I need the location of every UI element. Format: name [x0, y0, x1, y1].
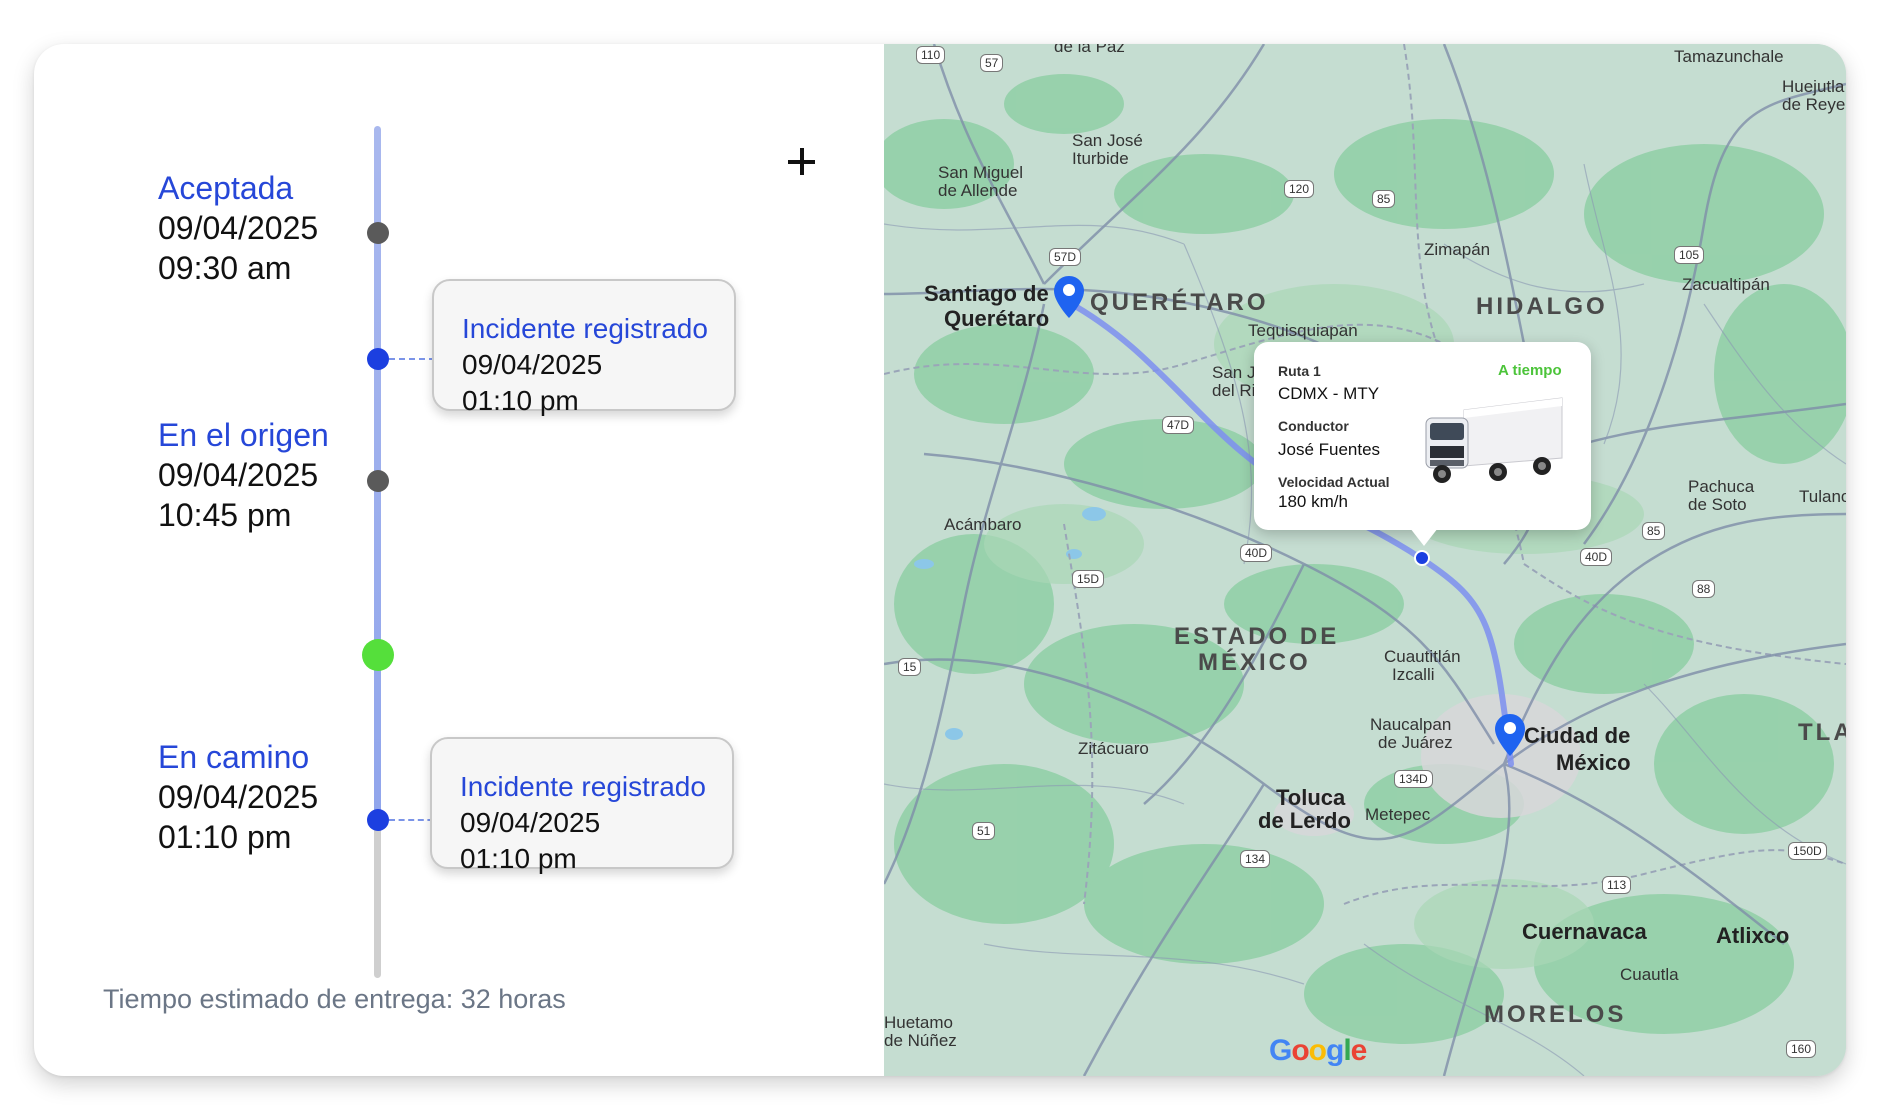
highway-shield: 57	[980, 54, 1004, 72]
map-state-label: HIDALGO	[1476, 293, 1608, 320]
highway-shield: 85	[1642, 522, 1666, 540]
map-place-label: del Ri	[1212, 381, 1256, 400]
map-place-label: Naucalpan	[1370, 715, 1452, 734]
incident-time: 01:10 pm	[460, 843, 577, 874]
incident-date: 09/04/2025	[460, 807, 601, 838]
highway-shield: 40D	[1240, 544, 1273, 562]
map-place-label: Acámbaro	[944, 515, 1022, 534]
incident-card[interactable]: Incidente registrado 09/04/2025 01:10 pm	[432, 279, 736, 416]
highway-shield: 110	[916, 46, 946, 64]
stage-date: 09/04/2025	[158, 457, 319, 493]
map-place-label: Pachuca	[1688, 477, 1755, 496]
stage-time: 09:30 am	[158, 250, 292, 286]
highway-shield: 40D	[1580, 548, 1613, 566]
map-state-label: MÉXICO	[1198, 649, 1311, 676]
highway-shield: 150D	[1788, 842, 1827, 860]
route-map[interactable]: de la Paz Tamazunchale Huejutla de Reye s…	[884, 44, 1846, 1076]
map-city-label: Cuernavaca	[1522, 919, 1647, 944]
highway-shield: 105	[1674, 246, 1705, 264]
map-canvas[interactable]	[884, 44, 1846, 1076]
map-place-label: de Juárez	[1378, 733, 1453, 752]
map-place-label: Zitácuaro	[1078, 739, 1149, 758]
map-place-label: de la Paz	[1054, 44, 1125, 56]
map-state-label: QUERÉTARO	[1090, 289, 1269, 316]
map-place-label: Metepec	[1365, 805, 1431, 824]
stage-date: 09/04/2025	[158, 779, 319, 815]
map-state-label: MORELOS	[1484, 1001, 1627, 1028]
current-position-marker	[362, 639, 394, 671]
incident-marker[interactable]	[367, 348, 389, 370]
map-city-label: Querétaro	[944, 306, 1050, 331]
estimated-delivery-time: Tiempo estimado de entrega: 32 horas	[103, 984, 566, 1014]
incident-card[interactable]: Incidente registrado 09/04/2025 01:10 pm	[430, 737, 734, 874]
highway-shield: 160	[1786, 1040, 1817, 1058]
map-place-label: Huejutla	[1782, 77, 1845, 96]
driver-value: José Fuentes	[1278, 440, 1381, 459]
map-place-label: de Núñez	[884, 1031, 957, 1050]
add-button[interactable]	[780, 140, 824, 184]
map-place-label: de Soto	[1688, 495, 1747, 514]
map-place-label: Tulanci	[1799, 487, 1846, 506]
map-city-label: Toluca	[1276, 785, 1346, 810]
map-place-label: de Allende	[938, 181, 1018, 200]
map-city-label: Santiago de	[924, 281, 1049, 306]
highway-shield: 47D	[1162, 416, 1195, 434]
highway-shield: 51	[972, 822, 996, 840]
map-city-label: Ciudad de	[1524, 723, 1631, 748]
map-city-label: de Lerdo	[1258, 808, 1351, 833]
incident-title: Incidente registrado	[462, 313, 708, 344]
stage-aceptada: Aceptada 09/04/2025 09:30 am	[158, 168, 398, 288]
map-city-label: México	[1556, 750, 1631, 775]
highway-shield: 85	[1372, 190, 1396, 208]
highway-shield: 120	[1284, 180, 1315, 198]
destination-map-pin-icon[interactable]	[1495, 714, 1525, 756]
map-city-label: Atlixco	[1716, 923, 1790, 948]
map-place-label: San Miguel	[938, 163, 1024, 182]
map-place-label: Huetamo	[884, 1013, 953, 1032]
truck-icon	[1425, 397, 1563, 483]
incident-date: 09/04/2025	[462, 349, 603, 380]
google-logo: Google	[1269, 1034, 1367, 1067]
map-place-label: San J	[1212, 363, 1256, 382]
map-place-label: Tequisquiapan	[1248, 321, 1358, 340]
stage-time: 10:45 pm	[158, 497, 292, 533]
map-place-label: Iturbide	[1072, 149, 1129, 168]
map-place-label: de Reyes	[1782, 95, 1846, 114]
map-place-label: Cuautitlán	[1384, 647, 1461, 666]
highway-shield: 15D	[1072, 570, 1105, 588]
highway-shield: 134D	[1394, 770, 1433, 788]
map-place-label: Tamazunchale	[1674, 47, 1784, 66]
highway-shield: 57D	[1049, 248, 1082, 266]
map-place-label: Zacualtipán	[1682, 275, 1770, 294]
vehicle-info-popup[interactable]: Ruta 1 A tiempo CDMX - MTY Conductor Jos…	[1254, 342, 1591, 546]
status-badge: A tiempo	[1498, 362, 1562, 379]
stage-time: 01:10 pm	[158, 819, 292, 855]
route-label: Ruta 1	[1278, 363, 1321, 379]
highway-shield: 113	[1602, 876, 1632, 894]
origin-map-pin-icon[interactable]	[1054, 276, 1084, 318]
map-state-label: ESTADO DE	[1174, 623, 1340, 650]
timeline-panel: Aceptada 09/04/2025 09:30 am En el orige…	[34, 44, 884, 1076]
highway-shield: 134	[1240, 850, 1271, 868]
stage-title: Aceptada	[158, 170, 294, 206]
stage-title: En el origen	[158, 417, 329, 453]
map-place-label: Zimapán	[1424, 240, 1491, 259]
stage-date: 09/04/2025	[158, 210, 319, 246]
stage-title: En camino	[158, 739, 310, 775]
incident-title: Incidente registrado	[460, 771, 706, 802]
stage-en-el-origen: En el origen 09/04/2025 10:45 pm	[158, 415, 398, 535]
driver-label: Conductor	[1278, 418, 1349, 434]
map-place-label: Izcalli	[1392, 665, 1435, 684]
map-place-label: Cuautla	[1620, 965, 1679, 984]
tracking-card: Aceptada 09/04/2025 09:30 am En el orige…	[34, 44, 1846, 1076]
highway-shield: 88	[1692, 580, 1716, 598]
highway-shield: 15	[898, 658, 922, 676]
map-state-label: TLAXC	[1798, 719, 1846, 746]
incident-time: 01:10 pm	[462, 385, 579, 416]
speed-value: 180 km/h	[1278, 492, 1348, 511]
stage-en-camino: En camino 09/04/2025 01:10 pm	[158, 737, 398, 857]
map-place-label: San José	[1072, 131, 1143, 150]
route-value: CDMX - MTY	[1278, 384, 1380, 403]
speed-label: Velocidad Actual	[1278, 474, 1390, 490]
